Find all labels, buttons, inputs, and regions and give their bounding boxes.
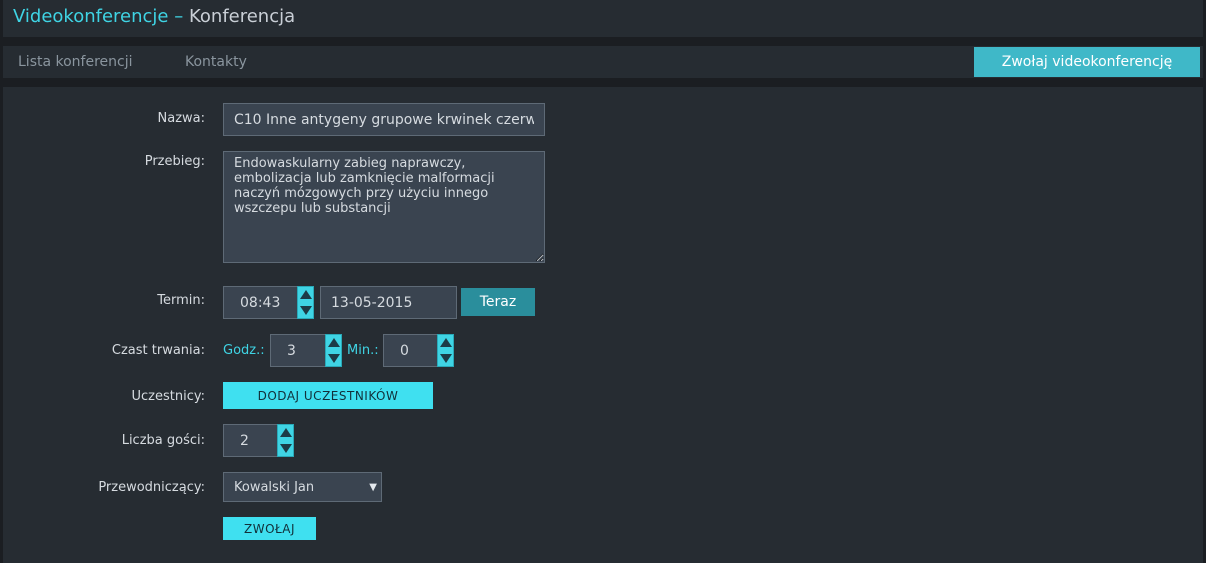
chairman-selected: Kowalski Jan [234, 480, 315, 495]
participants-label: Uczestnicy: [131, 389, 205, 404]
nav-conference-list[interactable]: Lista konferencji [18, 46, 133, 78]
arrow-down-icon[interactable] [298, 303, 313, 319]
term-label: Termin: [157, 293, 205, 308]
minutes-input[interactable] [383, 334, 439, 367]
name-label: Nazwa: [157, 111, 206, 126]
hours-label: Godz.: [223, 343, 265, 358]
duration-label: Czast trwania: [111, 343, 205, 358]
time-input[interactable] [223, 286, 299, 319]
description-label: Przebieg: [144, 154, 205, 169]
add-participants-button[interactable]: DODAJ UCZESTNIKÓW [223, 382, 433, 409]
caret-down-icon: ▼ [369, 482, 377, 493]
arrow-up-icon[interactable] [438, 335, 453, 351]
conference-form: Nazwa: Przebieg: Endowaskularny zabieg n… [3, 87, 1203, 563]
convene-videoconference-button[interactable]: Zwołaj videokonferencję [974, 47, 1200, 77]
arrow-down-icon[interactable] [438, 351, 453, 367]
convene-submit-button[interactable]: ZWOŁAJ [223, 517, 316, 540]
guests-label: Liczba gości: [121, 433, 205, 448]
guests-stepper[interactable] [277, 424, 294, 457]
arrow-down-icon[interactable] [326, 351, 341, 367]
minutes-stepper[interactable] [437, 334, 454, 367]
arrow-down-icon[interactable] [278, 441, 293, 457]
title-separator: – [174, 6, 184, 27]
description-textarea[interactable]: Endowaskularny zabieg naprawczy, emboliz… [223, 151, 545, 263]
arrow-up-icon[interactable] [298, 287, 313, 303]
nav-bar: Lista konferencji Kontakty Zwołaj videok… [3, 46, 1203, 78]
guests-input[interactable] [223, 424, 279, 457]
arrow-up-icon[interactable] [326, 335, 341, 351]
date-input[interactable] [320, 286, 457, 319]
nav-contacts[interactable]: Kontakty [185, 46, 247, 78]
name-input[interactable] [223, 103, 545, 136]
hours-input[interactable] [270, 334, 328, 367]
minutes-label: Min.: [347, 343, 379, 358]
hours-stepper[interactable] [325, 334, 342, 367]
arrow-up-icon[interactable] [278, 425, 293, 441]
time-stepper[interactable] [297, 286, 314, 319]
chairman-label: Przewodniczący: [98, 480, 205, 495]
page-title: Konferencja [188, 6, 296, 27]
now-button[interactable]: Teraz [461, 288, 535, 316]
title-bar: Videokonferencje – Konferencja [3, 0, 1203, 37]
chairman-select[interactable]: Kowalski Jan ▼ [223, 472, 382, 502]
app-name: Videokonferencje [13, 6, 169, 27]
